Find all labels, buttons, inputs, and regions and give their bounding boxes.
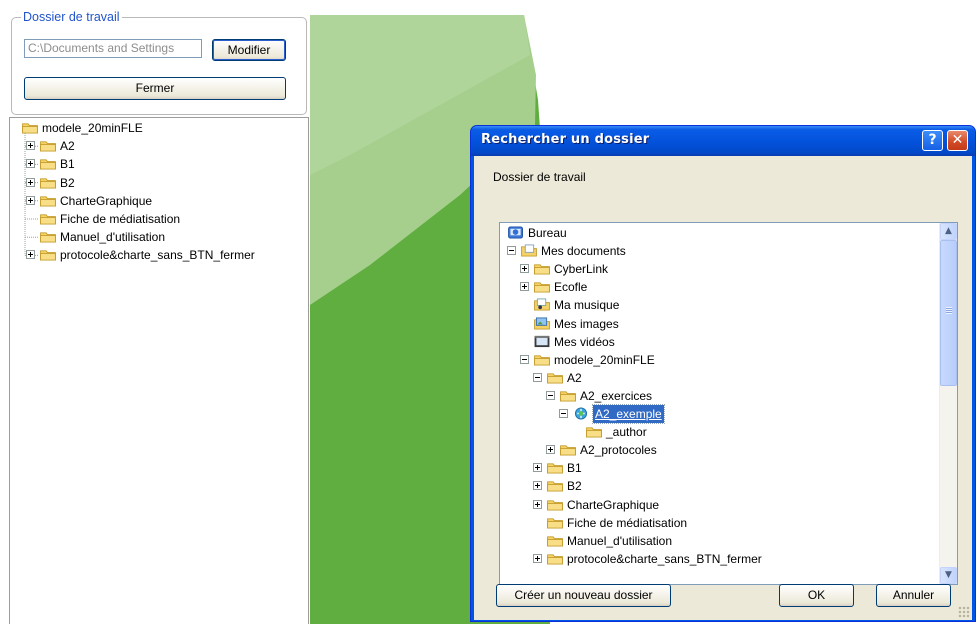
expand-icon[interactable]	[520, 264, 529, 274]
tree-item[interactable]: A2	[10, 137, 308, 155]
resize-grip-icon[interactable]	[958, 606, 970, 618]
expand-icon[interactable]	[533, 463, 542, 473]
tree-item-label: CyberLink	[554, 262, 609, 277]
expand-icon[interactable]	[533, 481, 542, 491]
tree-item[interactable]: _author	[500, 423, 940, 441]
tree-item-label: B2	[60, 175, 75, 190]
browse-folder-dialog: Rechercher un dossier ? ✕ Dossier de tra…	[470, 125, 976, 622]
dialog-body: Dossier de travail Bureau Mes documents Cy…	[474, 156, 972, 620]
tree-item[interactable]: B2	[500, 477, 940, 495]
tree-item-label: Fiche de médiatisation	[567, 515, 688, 530]
vertical-scrollbar[interactable]: ▲ ▼	[939, 223, 957, 584]
tree-item[interactable]: CharteGraphique	[500, 496, 940, 514]
expand-icon[interactable]	[546, 445, 555, 455]
tree-item-label: modele_20minFLE	[42, 121, 143, 135]
scroll-thumb[interactable]	[940, 240, 957, 386]
tree-item-label: CharteGraphique	[567, 497, 660, 512]
tree-item[interactable]: Bureau	[500, 224, 940, 242]
expand-icon[interactable]	[533, 553, 542, 563]
expand-icon[interactable]	[533, 499, 542, 509]
tree-item-label: CharteGraphique	[60, 193, 153, 208]
cancel-button[interactable]: Annuler	[876, 584, 951, 607]
path-input[interactable]: C:\Documents and Settings	[24, 39, 202, 58]
tree-item[interactable]: CharteGraphique	[10, 192, 308, 210]
collapse-icon[interactable]	[533, 372, 542, 382]
modify-button[interactable]: Modifier	[212, 39, 286, 61]
tree-item-label: Ecofle	[554, 280, 588, 295]
tree-item-label: Mes images	[554, 316, 619, 331]
tree-item-label: Manuel_d'utilisation	[567, 533, 673, 548]
scroll-up-icon[interactable]: ▲	[940, 223, 957, 240]
tree-item-label: B2	[567, 479, 582, 494]
scroll-down-icon[interactable]: ▼	[940, 567, 957, 584]
close-button[interactable]: Fermer	[24, 77, 286, 100]
dialog-description: Dossier de travail	[493, 170, 586, 184]
tree-item-label: Mes vidéos	[554, 334, 615, 349]
tree-item-label: A2	[567, 370, 582, 385]
tree-item[interactable]: modele_20minFLE	[10, 119, 308, 137]
tree-item[interactable]: Mes images	[500, 315, 940, 333]
tree-item[interactable]: Manuel_d'utilisation	[500, 532, 940, 550]
group-title: Dossier de travail	[21, 9, 122, 25]
tree-item-label: Manuel_d'utilisation	[60, 230, 166, 245]
tree-item[interactable]: Mes documents	[500, 242, 940, 260]
tree-item[interactable]: Fiche de médiatisation	[10, 210, 308, 228]
tree-item[interactable]: B2	[10, 174, 308, 192]
collapse-icon[interactable]	[507, 246, 516, 256]
tree-item-label: B1	[60, 157, 75, 172]
tree-item[interactable]: Ma musique	[500, 296, 940, 314]
tree-item-label: A2_exercices	[580, 388, 653, 403]
collapse-icon[interactable]	[520, 354, 529, 364]
expand-icon[interactable]	[26, 141, 35, 151]
collapse-icon[interactable]	[546, 390, 555, 400]
tree-item[interactable]: A2_exercices	[500, 387, 940, 405]
expand-icon[interactable]	[520, 282, 529, 292]
tree-item[interactable]: A2_exemple	[500, 404, 940, 424]
tree-item-label: Fiche de médiatisation	[60, 212, 181, 226]
tree-item-label: A2	[60, 139, 75, 154]
tree-item[interactable]: Manuel_d'utilisation	[10, 228, 308, 246]
help-icon[interactable]: ?	[922, 130, 943, 151]
tree-item-label: Ma musique	[554, 298, 620, 313]
expand-icon[interactable]	[26, 177, 35, 187]
expand-icon[interactable]	[26, 195, 35, 205]
tree-item-label: B1	[567, 461, 582, 476]
new-folder-button[interactable]: Créer un nouveau dossier	[496, 584, 671, 607]
expand-icon[interactable]	[26, 250, 35, 260]
dialog-titlebar[interactable]: Rechercher un dossier ? ✕	[471, 126, 975, 156]
tree-item[interactable]: B1	[500, 459, 940, 477]
tree-item[interactable]: B1	[10, 155, 308, 173]
tree-item-label: _author	[606, 425, 647, 440]
left-panel: Dossier de travail C:\Documents and Sett…	[0, 0, 310, 624]
expand-icon[interactable]	[26, 159, 35, 169]
folder-tree[interactable]: Bureau Mes documents CyberLink Ecofle Ma mus…	[499, 222, 958, 585]
dialog-title: Rechercher un dossier	[481, 132, 650, 147]
tree-item[interactable]: Fiche de médiatisation	[500, 514, 940, 532]
project-tree: modele_20minFLE A2 B1 B2 CharteGraphique Fich…	[9, 117, 309, 624]
tree-item[interactable]: CyberLink	[500, 260, 940, 278]
close-icon[interactable]: ✕	[947, 130, 968, 151]
tree-item[interactable]: protocole&charte_sans_BTN_fermer	[500, 550, 940, 568]
work-folder-group: Dossier de travail C:\Documents and Sett…	[11, 9, 307, 115]
tree-item[interactable]: protocole&charte_sans_BTN_fermer	[10, 246, 308, 264]
tree-item-label: A2_exemple	[592, 404, 665, 424]
tree-item-label: Mes documents	[541, 244, 626, 259]
tree-item[interactable]: A2_protocoles	[500, 441, 940, 459]
grip-icon	[946, 307, 952, 314]
tree-item[interactable]: Mes vidéos	[500, 333, 940, 351]
tree-item[interactable]: Ecofle	[500, 278, 940, 296]
tree-item-label: A2_protocoles	[580, 443, 657, 458]
tree-item-label: Bureau	[528, 226, 567, 240]
tree-item[interactable]: modele_20minFLE	[500, 351, 940, 369]
tree-item-label: protocole&charte_sans_BTN_fermer	[567, 551, 762, 566]
tree-item[interactable]: A2	[500, 369, 940, 387]
collapse-icon[interactable]	[559, 409, 568, 418]
tree-item-label: modele_20minFLE	[554, 352, 655, 367]
ok-button[interactable]: OK	[779, 584, 854, 607]
tree-item-label: protocole&charte_sans_BTN_fermer	[60, 248, 255, 263]
